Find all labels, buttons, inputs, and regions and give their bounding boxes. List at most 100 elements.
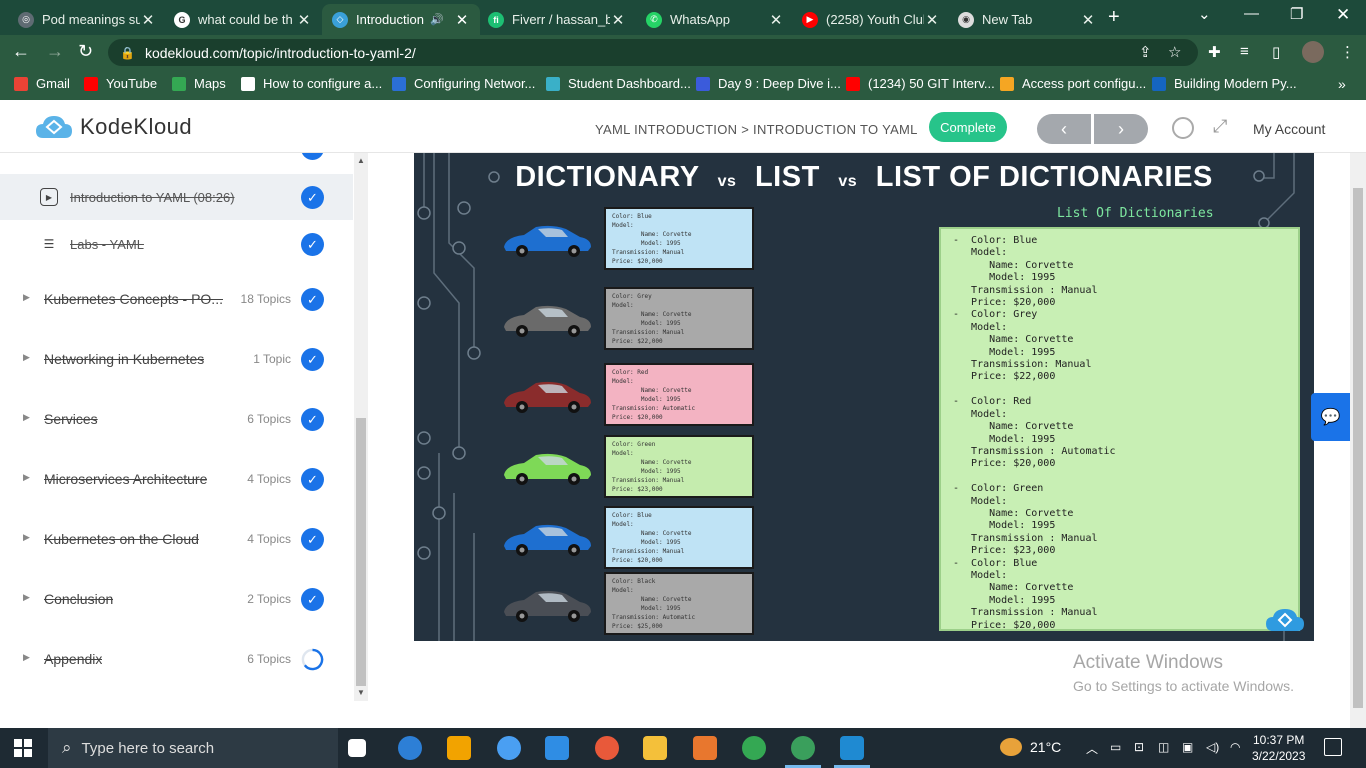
back-icon[interactable]: ← — [12, 41, 30, 62]
bookmark-favicon-icon — [1000, 76, 1014, 91]
bookmark-item[interactable]: (1234) 50 GIT Interv... — [846, 76, 995, 91]
bookmark-item[interactable]: Day 9 : Deep Dive i... — [696, 76, 841, 91]
new-tab-button[interactable]: + — [1108, 6, 1120, 29]
browser-tab[interactable]: ▶ (2258) Youth Clul ✕ — [792, 4, 950, 35]
bookmark-item[interactable]: Gmail — [14, 76, 70, 91]
office-icon[interactable] — [693, 736, 717, 760]
minimize-button[interactable]: — — [1244, 5, 1259, 22]
topic-item[interactable]: ▶ Conclusion 2 Topics ✓ — [0, 580, 353, 620]
topic-item[interactable]: ▶ Microservices Architecture 4 Topics ✓ — [0, 460, 353, 500]
address-bar[interactable]: 🔒 kodekloud.com/topic/introduction-to-ya… — [108, 39, 1198, 66]
lock-icon: 🔒 — [120, 45, 135, 60]
tab-close-icon[interactable]: ✕ — [610, 11, 626, 29]
weather-widget[interactable]: 21°C — [1000, 738, 1061, 756]
tab-close-icon[interactable]: ✕ — [296, 11, 312, 29]
tab-close-icon[interactable]: ✕ — [1080, 11, 1096, 29]
chevron-up-icon[interactable]: ︿ — [1086, 740, 1098, 757]
share-icon[interactable]: ⇪ — [1139, 43, 1152, 61]
mail-icon[interactable] — [545, 736, 569, 760]
bookmark-star-icon[interactable]: ☆ — [1168, 43, 1181, 61]
app-icon[interactable] — [595, 736, 619, 760]
browser-tab[interactable]: ✆ WhatsApp ✕ — [636, 4, 794, 35]
restore-button[interactable]: ❐ — [1290, 5, 1303, 23]
topic-item[interactable]: ▶ Appendix 6 Topics — [0, 640, 353, 680]
reload-icon[interactable]: ↻ — [78, 41, 93, 62]
topic-item[interactable]: ▶ Kubernetes Concepts - PO... 18 Topics ✓ — [0, 280, 353, 320]
notification-icon[interactable] — [1324, 738, 1342, 756]
topic-count: 4 Topics — [247, 472, 291, 486]
media-control-icon[interactable]: ≡ — [1240, 43, 1249, 60]
bookmark-item[interactable]: Configuring Networ... — [392, 76, 535, 91]
kodekloud-logo[interactable]: KodeKloud — [34, 113, 192, 141]
store-icon[interactable] — [447, 736, 471, 760]
previous-lesson-button[interactable]: ‹ — [1037, 114, 1091, 144]
chrome-icon[interactable] — [742, 736, 766, 760]
bookmark-item[interactable]: Access port configu... — [1000, 76, 1146, 91]
tab-close-icon[interactable]: ✕ — [454, 11, 470, 29]
browser-tab[interactable]: Gwhat could be th ✕ — [164, 4, 322, 35]
dark-mode-icon[interactable] — [1171, 116, 1195, 140]
bookmark-item[interactable]: Student Dashboard... — [546, 76, 691, 91]
bookmark-item[interactable]: Maps — [172, 76, 226, 91]
scroll-down-arrow[interactable]: ▼ — [357, 688, 365, 697]
complete-button[interactable]: Complete — [929, 112, 1007, 142]
expand-caret-icon[interactable]: ▶ — [23, 292, 30, 303]
skype-icon[interactable] — [497, 736, 521, 760]
taskbar-search-box[interactable]: ⌕ Type here to search — [48, 728, 338, 768]
close-window-button[interactable]: ✕ — [1336, 5, 1350, 25]
tab-audio-icon[interactable]: 🔊 — [430, 13, 444, 26]
profile-avatar[interactable] — [1302, 41, 1324, 63]
expand-caret-icon[interactable]: ▶ — [23, 412, 30, 423]
forward-icon[interactable]: → — [46, 41, 64, 62]
menu-icon[interactable]: ⋮ — [1340, 43, 1355, 61]
vscode-icon[interactable] — [834, 736, 870, 768]
bookmark-item[interactable]: How to configure a... — [241, 76, 382, 91]
tab-search-icon[interactable]: ⌄ — [1198, 5, 1211, 23]
my-account-link[interactable]: My Account — [1253, 121, 1325, 137]
task-view-icon[interactable] — [348, 739, 366, 757]
lesson-item-introduction-to-yaml[interactable]: ▶ Introduction to YAML (08:26) ✓ — [0, 174, 353, 220]
browser-tab[interactable]: fi Fiverr / hassan_b ✕ — [478, 4, 636, 35]
lesson-item-labs-yaml[interactable]: ☰ Labs - YAML ✓ — [0, 221, 353, 267]
expand-caret-icon[interactable]: ▶ — [23, 592, 30, 603]
chrome-profile-icon[interactable] — [785, 736, 821, 768]
expand-caret-icon[interactable]: ▶ — [23, 532, 30, 543]
edge-icon[interactable] — [398, 736, 422, 760]
network-icon[interactable]: ⊡ — [1134, 740, 1144, 754]
sidebar-scrollbar[interactable] — [354, 153, 368, 701]
tab-close-icon[interactable]: ✕ — [768, 11, 784, 29]
display-icon[interactable]: ▣ — [1182, 740, 1193, 754]
page-scrollbar[interactable] — [1350, 153, 1366, 728]
tab-close-icon[interactable]: ✕ — [140, 11, 156, 29]
expand-caret-icon[interactable]: ▶ — [23, 472, 30, 483]
wifi-icon[interactable]: ◠ — [1230, 740, 1240, 754]
bookmark-item[interactable]: YouTube — [84, 76, 157, 91]
topic-item[interactable]: ▶ Services 6 Topics ✓ — [0, 400, 353, 440]
sidebar-scroll-thumb[interactable] — [356, 418, 366, 686]
topic-item[interactable]: ▶ Kubernetes on the Cloud 4 Topics ✓ — [0, 520, 353, 560]
scroll-up-arrow[interactable]: ▲ — [357, 156, 365, 165]
chat-button[interactable]: 💬 — [1311, 393, 1350, 441]
expand-caret-icon[interactable]: ▶ — [23, 352, 30, 363]
tab-title: Pod meanings su — [42, 12, 140, 27]
more-bookmarks-icon[interactable]: » — [1338, 76, 1346, 92]
browser-tab[interactable]: ◎ Pod meanings su ✕ — [8, 4, 166, 35]
extensions-icon[interactable]: ✚ — [1208, 43, 1221, 61]
expand-caret-icon[interactable]: ▶ — [23, 652, 30, 663]
system-clock[interactable]: 10:37 PM 3/22/2023 — [1252, 732, 1305, 764]
file-explorer-icon[interactable] — [643, 736, 667, 760]
meet-now-icon[interactable]: ◫ — [1158, 740, 1169, 754]
tab-close-icon[interactable]: ✕ — [924, 11, 940, 29]
next-lesson-button[interactable]: › — [1094, 114, 1148, 144]
volume-icon[interactable]: ◁) — [1206, 740, 1219, 754]
browser-tab[interactable]: ◉ New Tab ✕ — [948, 4, 1106, 35]
browser-tab[interactable]: ◇ Introduction 🔊 ✕ — [322, 4, 480, 35]
topic-item[interactable]: ▶ Networking in Kubernetes 1 Topic ✓ — [0, 340, 353, 380]
battery-icon[interactable]: ▭ — [1110, 740, 1121, 754]
page-scroll-thumb[interactable] — [1353, 188, 1363, 708]
video-slide[interactable]: DICTIONARY vs LIST vs LIST OF DICTIONARI… — [414, 153, 1314, 641]
fullscreen-icon[interactable]: ⤢ — [1213, 116, 1227, 137]
windows-start-icon[interactable] — [14, 739, 32, 757]
bookmark-item[interactable]: Building Modern Py... — [1152, 76, 1297, 91]
side-panel-icon[interactable]: ▯ — [1272, 43, 1280, 61]
